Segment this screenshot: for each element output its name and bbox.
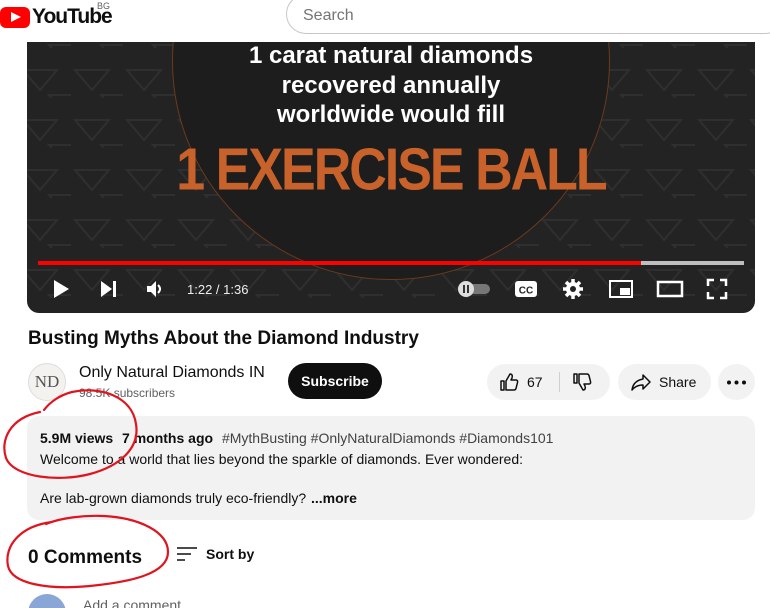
volume-icon[interactable]	[145, 279, 165, 299]
dislike-button[interactable]	[560, 364, 610, 400]
thumbs-up-icon	[500, 373, 519, 391]
video-player[interactable]: 1 carat natural diamonds recovered annua…	[27, 42, 755, 313]
overlay-line-3: worldwide would fill	[277, 101, 505, 128]
thumbs-down-icon	[573, 373, 592, 391]
upload-age: 7 months ago	[122, 430, 214, 446]
subscribe-button[interactable]: Subscribe	[288, 363, 382, 399]
youtube-logo[interactable]: YouTube	[0, 5, 113, 29]
sort-by-button[interactable]: Sort by	[206, 546, 254, 562]
time-display: 1:22 / 1:36	[187, 282, 249, 297]
region-code: BG	[97, 1, 111, 11]
search-input[interactable]: Search	[286, 0, 770, 34]
more-actions-button[interactable]	[718, 364, 755, 400]
view-count: 5.9M views	[40, 430, 114, 446]
overlay-line-2: recovered annually	[281, 72, 501, 99]
share-button[interactable]: Share	[618, 364, 711, 400]
description-box[interactable]: 5.9M views 7 months ago #MythBusting #On…	[27, 416, 755, 520]
search-placeholder: Search	[303, 7, 354, 24]
overlay-line-1: 1 carat natural diamonds	[248, 42, 534, 69]
channel-avatar[interactable]: ND	[28, 363, 66, 401]
sort-icon[interactable]	[176, 545, 198, 563]
description-text-line-2: Are lab-grown diamonds truly eco-friendl…	[40, 490, 307, 506]
share-icon	[631, 374, 651, 391]
progress-bar[interactable]	[38, 261, 744, 265]
next-icon[interactable]	[99, 279, 119, 299]
youtube-play-icon	[0, 6, 30, 28]
more-horizontal-icon	[727, 380, 746, 385]
subscriber-count: 98.5K subscribers	[79, 386, 176, 400]
progress-played	[38, 261, 641, 265]
comments-count: 0 Comments	[28, 547, 143, 568]
share-label: Share	[659, 374, 697, 390]
add-comment-input[interactable]: Add a comment...	[83, 597, 193, 608]
hashtags[interactable]: #MythBusting #OnlyNaturalDiamonds #Diamo…	[222, 430, 554, 446]
user-avatar	[28, 594, 66, 608]
play-icon[interactable]	[51, 278, 71, 300]
like-button[interactable]: 67	[487, 364, 559, 400]
like-count: 67	[527, 374, 543, 390]
description-text-line-1: Welcome to a world that lies beyond the …	[40, 451, 523, 467]
svg-text:CC: CC	[519, 286, 533, 297]
captions-icon[interactable]: CC	[513, 278, 539, 300]
autoplay-toggle[interactable]	[457, 280, 491, 298]
channel-name[interactable]: Only Natural Diamonds IN	[79, 364, 265, 382]
miniplayer-icon[interactable]	[608, 279, 634, 299]
theater-mode-icon[interactable]	[656, 279, 684, 299]
like-dislike-group: 67	[487, 364, 610, 400]
overlay-headline: 1 EXERCISE BALL	[176, 136, 607, 204]
show-more-link[interactable]: ...more	[311, 490, 357, 506]
fullscreen-icon[interactable]	[706, 278, 728, 300]
description-meta: 5.9M views 7 months ago #MythBusting #On…	[40, 430, 558, 446]
settings-gear-icon[interactable]	[562, 278, 584, 300]
masthead: YouTube BG Search	[0, 0, 770, 40]
video-title: Busting Myths About the Diamond Industry	[28, 328, 419, 349]
